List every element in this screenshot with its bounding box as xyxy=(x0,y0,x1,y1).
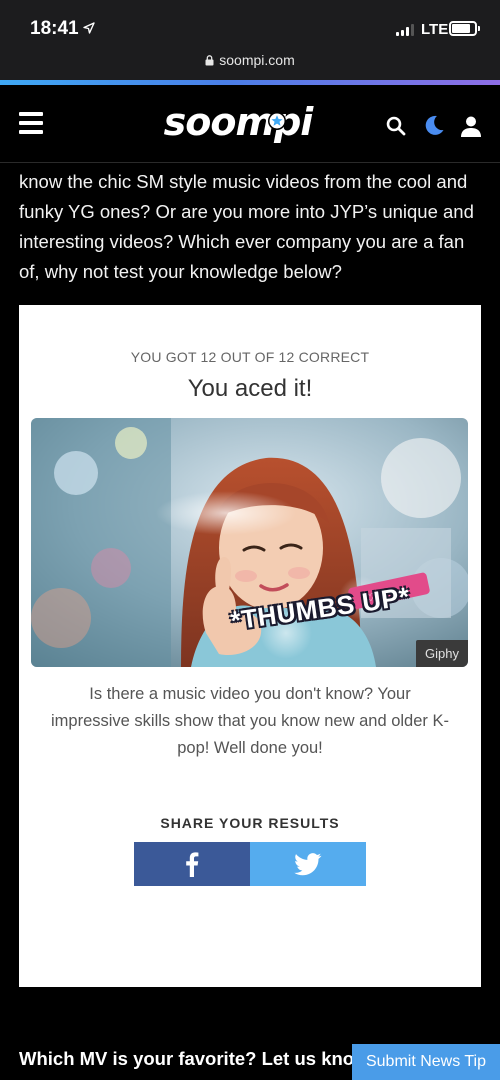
location-arrow-icon xyxy=(82,22,95,34)
battery-tip xyxy=(478,26,480,31)
share-label: SHARE YOUR RESULTS xyxy=(160,815,340,831)
search-icon[interactable] xyxy=(386,116,406,136)
submit-news-tip-button[interactable]: Submit News Tip xyxy=(352,1044,500,1080)
result-gif[interactable]: ♡♡♡ *THUMBS UP* Giphy xyxy=(31,418,468,667)
status-time: 18:41 xyxy=(30,18,95,40)
site-header: soompi xyxy=(0,85,500,163)
signal-icon xyxy=(396,24,414,36)
article-paragraph: know the chic SM style music videos from… xyxy=(19,171,474,282)
twitter-icon xyxy=(294,852,322,875)
svg-text:soompi: soompi xyxy=(164,100,315,144)
next-section-heading: Which MV is your favorite? Let us kno xyxy=(19,1048,355,1069)
lock-icon xyxy=(205,55,214,66)
result-description: Is there a music video you don't know? Y… xyxy=(50,685,449,757)
network-label: LTE xyxy=(421,21,449,38)
share-twitter-button[interactable] xyxy=(250,842,366,886)
hamburger-menu-icon[interactable] xyxy=(19,112,43,134)
user-icon[interactable] xyxy=(459,114,483,138)
facebook-icon xyxy=(186,852,199,877)
quiz-result-card: YOU GOT 12 OUT OF 12 CORRECT You aced it… xyxy=(19,305,481,987)
address-bar[interactable]: soompi.com xyxy=(0,52,500,68)
quiz-score: YOU GOT 12 OUT OF 12 CORRECT xyxy=(130,349,370,365)
share-facebook-button[interactable] xyxy=(134,842,250,886)
battery-icon xyxy=(449,21,477,36)
gif-source-caption[interactable]: Giphy xyxy=(416,640,468,667)
url-text: soompi.com xyxy=(219,52,295,68)
status-bar: 18:41 LTE soompi.com xyxy=(0,0,500,80)
result-title: You aced it! xyxy=(187,375,313,402)
soompi-logo[interactable]: soompi xyxy=(158,93,318,149)
moon-icon[interactable] xyxy=(423,114,445,136)
